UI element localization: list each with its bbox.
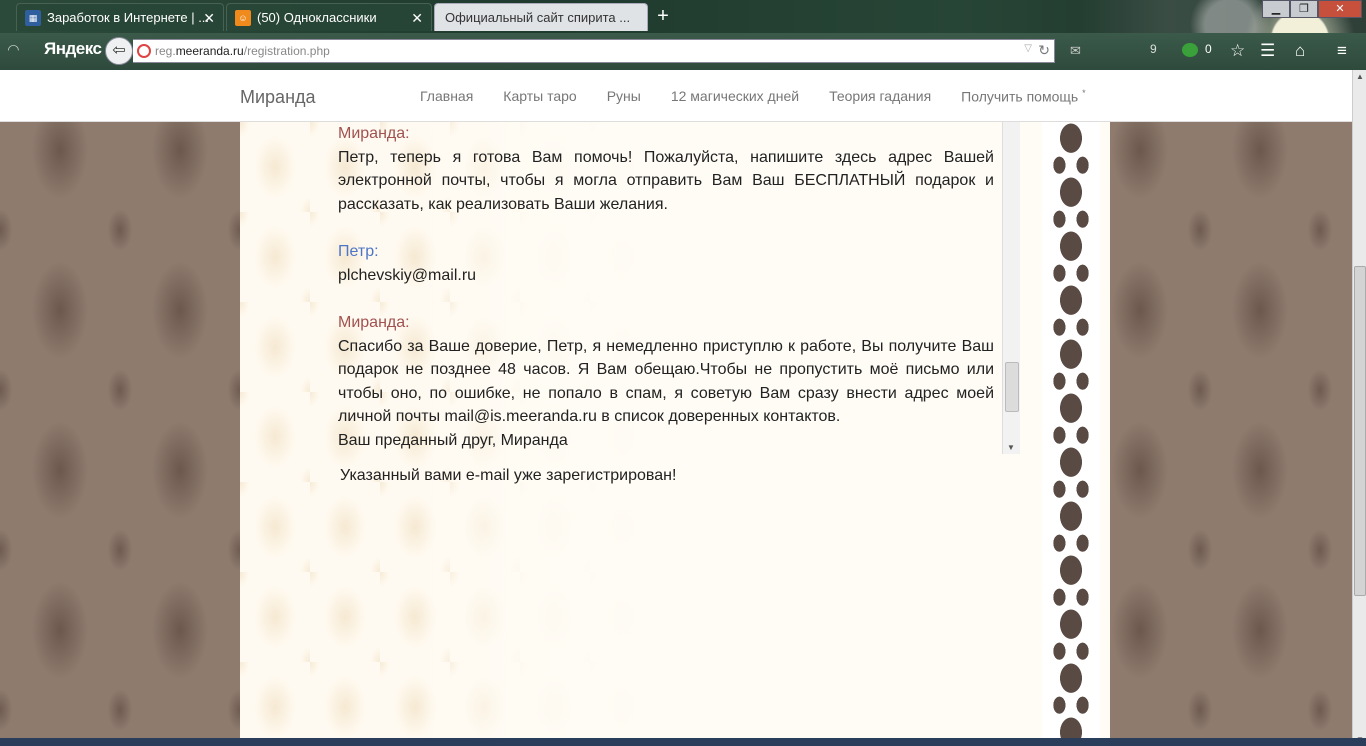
site-header: Миранда Главная Карты таро Руны 12 магич…: [0, 70, 1352, 122]
chat-message: plchevskiy@mail.ru: [338, 266, 477, 284]
bookmarks-list-icon[interactable]: ☰: [1260, 41, 1275, 61]
site-title[interactable]: Миранда: [240, 87, 316, 108]
tab-label: Заработок в Интернете | ...: [47, 10, 210, 25]
chat-message: Спасибо за Ваше доверие, Петр, я немедле…: [338, 337, 994, 426]
ornament-border: [1042, 122, 1100, 746]
menu-item-get-help[interactable]: Получить помощь *: [961, 88, 1085, 105]
maximize-button[interactable]: ❐: [1290, 0, 1318, 18]
menu-item-theory[interactable]: Теория гадания: [829, 88, 931, 105]
address-bar[interactable]: reg.meeranda.ru/registration.php ▽ ↻: [133, 39, 1055, 63]
rss-icon[interactable]: ◜◝: [8, 41, 26, 59]
menu-marker: *: [1082, 88, 1086, 98]
menu-icon[interactable]: ≡: [1337, 41, 1347, 61]
close-tab-icon[interactable]: ✕: [411, 4, 423, 31]
notification-count: 0: [1205, 42, 1212, 56]
url-dropdown-icon[interactable]: ▽: [1024, 43, 1032, 54]
scroll-up-icon[interactable]: ▲: [1356, 72, 1364, 81]
chat-signature: Ваш преданный друг, Миранда: [338, 431, 568, 449]
speaker-label: Петр:: [338, 243, 379, 260]
chat-panel: Миранда: Петр, теперь я готова Вам помоч…: [338, 122, 1020, 454]
menu-item-12-days[interactable]: 12 магических дней: [671, 88, 799, 105]
os-taskbar: [0, 738, 1366, 746]
mail-count: 9: [1150, 42, 1157, 56]
window-close-button[interactable]: ✕: [1318, 0, 1362, 18]
page-scroll-thumb[interactable]: [1354, 266, 1366, 596]
site-menu: Главная Карты таро Руны 12 магических дн…: [420, 88, 1086, 105]
navigation-bar: ◜◝ Яндекс ⇦ reg.meeranda.ru/registration…: [0, 33, 1366, 70]
menu-item-home[interactable]: Главная: [420, 88, 473, 105]
speaker-label: Миранда:: [338, 314, 410, 331]
tab-odnoklassniki[interactable]: ☺ (50) Одноклассники ✕: [226, 3, 432, 31]
back-button[interactable]: ⇦: [105, 37, 133, 65]
weather-icon[interactable]: [1182, 43, 1198, 57]
menu-item-tarot[interactable]: Карты таро: [503, 88, 576, 105]
chat-message: Петр, теперь я готова Вам помочь! Пожалу…: [338, 148, 994, 213]
chat-scroll-thumb[interactable]: [1005, 362, 1019, 412]
site-favicon-icon: ▦: [25, 10, 41, 26]
odnoklassniki-icon: ☺: [235, 10, 251, 26]
tab-label: (50) Одноклассники: [257, 10, 377, 25]
speaker-label: Миранда:: [338, 125, 410, 142]
tab-label: Официальный сайт спирита ...: [445, 10, 631, 25]
bookmark-star-icon[interactable]: ☆: [1230, 41, 1245, 61]
chat-log: Миранда: Петр, теперь я готова Вам помоч…: [338, 122, 994, 452]
minimize-button[interactable]: ▁: [1262, 0, 1290, 18]
site-security-icon[interactable]: [137, 44, 151, 58]
chat-scrollbar[interactable]: ▼: [1002, 122, 1020, 454]
tab-earnings[interactable]: ▦ Заработок в Интернете | ... ✕: [16, 3, 224, 31]
url-text[interactable]: reg.meeranda.ru/registration.php: [155, 44, 330, 58]
reload-icon[interactable]: ↻: [1038, 42, 1050, 59]
mail-icon[interactable]: ✉: [1070, 43, 1081, 59]
scroll-down-icon[interactable]: ▼: [1007, 443, 1015, 452]
web-page: Миранда Главная Карты таро Руны 12 магич…: [0, 70, 1352, 746]
menu-item-runes[interactable]: Руны: [607, 88, 641, 105]
tab-spirit-site[interactable]: Официальный сайт спирита ...: [434, 3, 648, 31]
new-tab-button[interactable]: +: [653, 4, 673, 28]
home-icon[interactable]: ⌂: [1295, 41, 1305, 61]
close-tab-icon[interactable]: ✕: [203, 4, 215, 31]
back-arrow-icon: ⇦: [112, 42, 126, 59]
registration-notice: Указанный вами e-mail уже зарегистрирова…: [340, 467, 677, 484]
page-scrollbar[interactable]: ▲ ▼: [1352, 70, 1366, 746]
yandex-logo[interactable]: Яндекс: [44, 39, 102, 59]
